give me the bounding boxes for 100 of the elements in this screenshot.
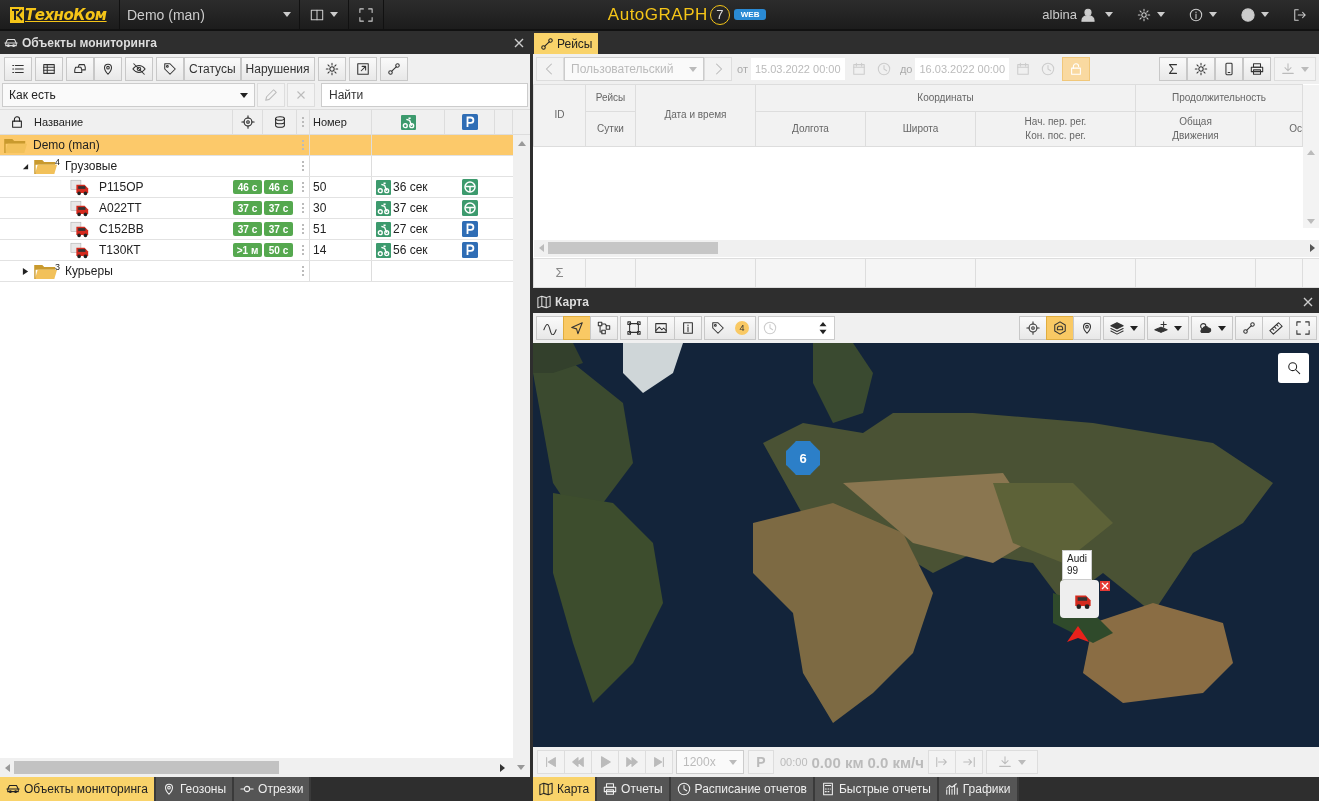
caret-icon [1130,325,1138,331]
toolbar-button[interactable]: Нарушения [240,57,315,81]
table-cell: 50 [310,177,372,197]
column-resize-handle[interactable] [302,117,304,127]
panel-tab[interactable]: Расписание отчетов [670,777,815,801]
caret-icon [689,66,697,72]
settings-button[interactable] [1187,57,1215,81]
time-badge: 46 с [233,180,262,194]
tree-row[interactable]: Demo (man) [0,135,513,156]
toolbar-button[interactable] [156,57,184,81]
fullscreen-icon [359,7,373,22]
info-icon [1189,7,1203,22]
column-label: Название [34,116,84,128]
panel-tab[interactable]: Карта [533,777,598,801]
map-tool-button[interactable] [1147,316,1189,340]
panel-title-text: Карта [555,294,590,309]
panel-tab[interactable]: Геозоны [155,777,235,801]
lock-icon [10,115,24,129]
map-tool-button[interactable] [647,316,675,340]
mobile-button[interactable] [1215,57,1243,81]
image-icon [654,321,668,335]
tree-row[interactable]: $^{4}$ Грузовые [0,156,513,177]
to-label: до [899,63,913,75]
item-count: 4 [55,157,60,167]
target-icon [240,115,255,129]
tree-row[interactable]: А022ТТ 37 с 37 с 30 37 сек [0,198,513,219]
logo[interactable]: ТехноКом [0,0,120,29]
user-menu[interactable]: albina [1030,0,1125,29]
table-cell: 30 [310,198,372,218]
list-icon [11,62,25,76]
map-icon [537,294,551,309]
expand-icon[interactable] [22,267,29,275]
panel-tab[interactable]: Отрезки [234,777,312,801]
map-tool-button[interactable] [1019,316,1047,340]
panel-tab[interactable]: Рейсы [534,33,599,54]
map-tool-button[interactable] [563,316,591,340]
panel-tab[interactable]: Объекты мониторинга [0,777,156,801]
map-tool-button[interactable] [1046,316,1074,340]
map-tool-button[interactable] [590,316,618,340]
map-tool-button[interactable] [620,316,648,340]
truck-icon [70,241,90,259]
grouping-dropdown[interactable]: Как есть [2,83,255,107]
rewind-icon [571,755,585,769]
toolbar-button[interactable]: Статусы [184,57,241,81]
scrollbar[interactable] [0,758,530,777]
scrollbar[interactable] [513,135,530,758]
sum-symbol: Σ [555,265,564,281]
panel-tab[interactable]: Быстрые отчеты [814,777,939,801]
time-field[interactable] [758,316,835,340]
pin-icon [1080,321,1094,335]
tree-row[interactable]: Р115ОР 46 с 46 с 50 36 сек [0,177,513,198]
ruler-icon [1269,321,1283,335]
close-icon[interactable] [514,37,524,48]
search-field[interactable]: Найти [321,83,528,107]
map-tool-button[interactable] [674,316,702,340]
map-tool-button[interactable] [1103,316,1145,340]
caret-icon [1174,325,1182,331]
scroll-arrow-icon[interactable] [1309,244,1315,253]
tree-row[interactable]: С152ВВ 37 с 37 с 51 27 сек [0,219,513,240]
map-tool-button[interactable] [1073,316,1101,340]
panel-title-text: Объекты мониторинга [22,35,158,50]
time-badge: 46 с [264,180,293,194]
print-button[interactable] [1243,57,1271,81]
first-icon [544,755,558,769]
tree-row[interactable]: Т130КТ >1 м 50 с 14 56 сек [0,240,513,261]
vehicle-name: Т130КТ [99,243,142,257]
scroll-arrow-icon[interactable] [500,763,505,772]
toolbar-button[interactable] [125,57,153,81]
group-name: Грузовые [65,159,118,173]
collapse-icon[interactable] [22,162,29,170]
time-badge: 50 с [264,243,293,257]
moving-status-icon [376,221,391,237]
panel-tab[interactable]: Графики [938,777,1019,801]
toolbar-button[interactable] [4,57,32,81]
toolbar-button[interactable] [348,57,377,81]
close-icon[interactable] [1303,296,1313,307]
settings-icon [1194,62,1208,76]
spinner-arrows-icon[interactable] [818,321,828,335]
scrollbar[interactable] [533,239,1319,257]
toolbar-button[interactable] [94,57,122,81]
toolbar-button[interactable] [66,57,94,81]
totals-button[interactable] [1159,57,1187,81]
search-button[interactable] [1278,353,1309,383]
route-icon [386,62,401,76]
truck-icon [70,220,90,238]
edition-badge: WEB [733,8,767,20]
map-tool-button[interactable] [536,316,564,340]
tree-row[interactable]: $^{3}$ Курьеры [0,261,513,282]
project-dropdown[interactable]: Demo (man) [120,0,300,29]
map-tool-button[interactable] [1262,316,1290,340]
vehicle-name: С152ВВ [99,222,145,236]
column-header[interactable]: Номер [310,110,372,134]
sigma-icon [1166,62,1180,76]
tags-button[interactable]: 4 [704,316,756,340]
vehicle-marker[interactable] [1060,580,1099,618]
phone-icon [1222,62,1236,76]
toolbar-button[interactable] [35,57,63,81]
time-badge: 37 с [264,222,293,236]
map-tool-button[interactable] [1191,316,1233,340]
panel-tab[interactable]: Отчеты [597,777,671,801]
